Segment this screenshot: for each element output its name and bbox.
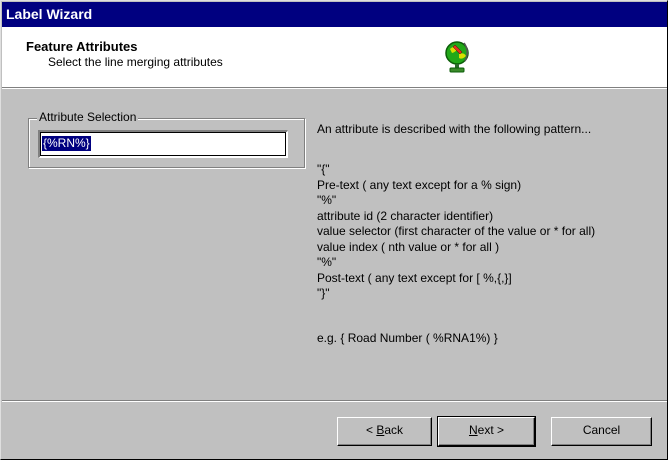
pattern-line: "%" xyxy=(317,193,337,207)
next-rest: ext > xyxy=(477,423,505,437)
footer-separator xyxy=(2,400,667,402)
description-intro: An attribute is described with the follo… xyxy=(317,122,592,136)
title-bar[interactable]: Label Wizard xyxy=(2,2,667,27)
cancel-button[interactable]: Cancel xyxy=(551,417,652,446)
pattern-line: Pre-text ( any text except for a % sign) xyxy=(317,177,522,192)
next-mnemonic: N xyxy=(468,423,478,437)
back-rest: ack xyxy=(384,423,404,437)
header-separator xyxy=(2,87,667,89)
pattern-line: "%" xyxy=(317,255,337,269)
attribute-selection-label: Attribute Selection xyxy=(37,110,139,124)
pattern-line: value selector (first character of the v… xyxy=(317,224,596,238)
attribute-input[interactable]: {%RN%} xyxy=(38,130,288,158)
globe-icon xyxy=(445,41,469,73)
attribute-selection-group: Attribute Selection {%RN%} xyxy=(28,110,305,168)
attribute-input-value: {%RN%} xyxy=(42,136,91,151)
example-text: e.g. { Road Number ( %RNA1%) } xyxy=(317,331,498,345)
pattern-line: "{" xyxy=(317,162,330,176)
page-title: Feature Attributes xyxy=(26,39,138,54)
pattern-line: Post-text ( any text except for [ %,{,}] xyxy=(317,270,512,285)
wizard-header: Feature Attributes Select the line mergi… xyxy=(2,27,667,87)
back-button[interactable]: < Back xyxy=(337,417,432,446)
window-title: Label Wizard xyxy=(6,6,93,22)
pattern-line: value index ( nth value or * for all ) xyxy=(317,239,500,254)
page-subtitle: Select the line merging attributes xyxy=(48,55,223,69)
back-prefix: < xyxy=(365,423,377,437)
next-button[interactable]: Next > xyxy=(437,416,536,447)
label-wizard-window: Label Wizard Feature Attributes Select t… xyxy=(0,0,668,460)
pattern-line: "}" xyxy=(317,286,330,300)
pattern-line: attribute id (2 character identifier) xyxy=(317,208,494,223)
